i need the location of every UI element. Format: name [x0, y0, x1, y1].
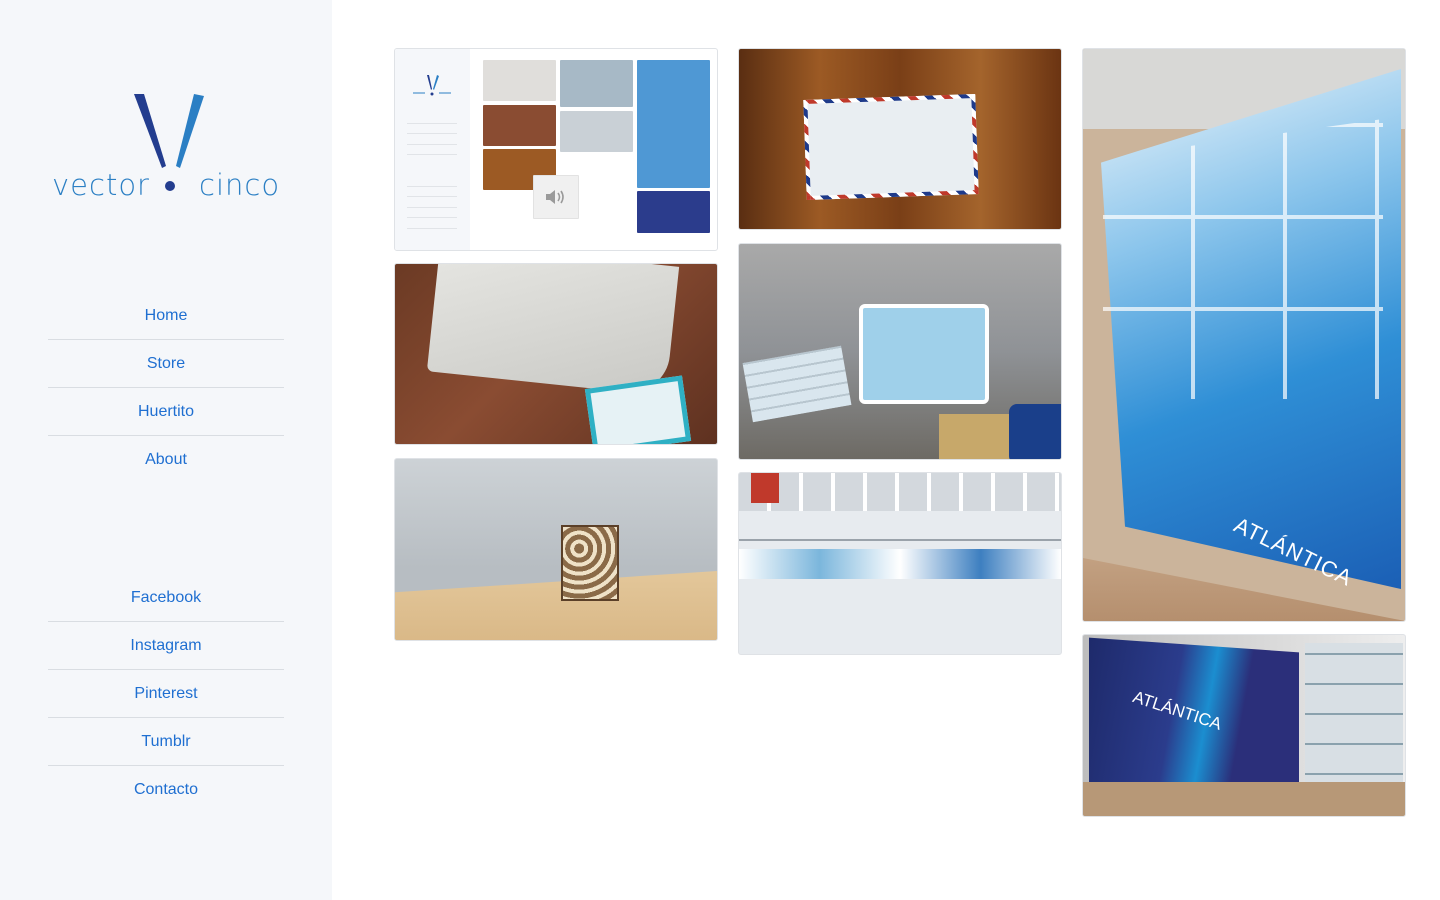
- nav-link-about[interactable]: About: [145, 451, 187, 469]
- nav-link-huertito[interactable]: Huertito: [138, 403, 194, 421]
- nav-link-facebook[interactable]: Facebook: [131, 589, 201, 607]
- mini-nav-line: [407, 124, 457, 134]
- mini-thumb: [560, 60, 633, 107]
- gallery-item-reception-counter[interactable]: ATLÁNTICA: [1082, 634, 1406, 817]
- nav-item-tumblr: Tumblr: [48, 718, 284, 766]
- red-flag: [751, 473, 779, 503]
- gallery-item-swim-mural[interactable]: ATLÁNTICA: [1082, 48, 1406, 622]
- nav-item-contacto: Contacto: [48, 766, 284, 814]
- volume-icon: [546, 190, 564, 204]
- mini-thumb: [483, 60, 556, 101]
- mini-nav-line: [407, 113, 457, 124]
- gallery-item-pool-building[interactable]: [738, 472, 1062, 655]
- gallery-item-site-screenshot[interactable]: [394, 48, 718, 251]
- box-lamp: [561, 525, 619, 601]
- mini-thumb: [560, 111, 633, 152]
- nav-link-tumblr[interactable]: Tumblr: [141, 733, 190, 751]
- mini-thumb: [637, 191, 710, 233]
- mini-nav-line: [407, 134, 457, 145]
- social-nav: Facebook Instagram Pinterest Tumblr Cont…: [48, 574, 284, 814]
- mini-nav-line: [407, 218, 457, 229]
- glass-shelf: [1305, 643, 1403, 803]
- nav-item-instagram: Instagram: [48, 622, 284, 670]
- nav-link-store[interactable]: Store: [147, 355, 185, 373]
- nav-link-pinterest[interactable]: Pinterest: [134, 685, 197, 703]
- mini-thumb: [637, 60, 710, 188]
- logo-word-vector: vector: [52, 168, 150, 202]
- mini-nav-line: [407, 208, 457, 218]
- blue-box: [1009, 404, 1061, 459]
- nav-item-huertito: Huertito: [48, 388, 284, 436]
- wave-banner: [739, 549, 1061, 579]
- volume-overlay[interactable]: [533, 175, 579, 219]
- mini-logo: [407, 73, 457, 99]
- mini-nav-line: [407, 187, 457, 197]
- nav-item-about: About: [48, 436, 284, 484]
- white-board: [426, 264, 680, 397]
- tablet-frame: [584, 375, 692, 444]
- logo-word-cinco: cinco: [199, 168, 281, 202]
- nav-item-facebook: Facebook: [48, 574, 284, 622]
- mini-thumb: [483, 105, 556, 146]
- mini-nav-line: [407, 176, 457, 187]
- nav-link-instagram[interactable]: Instagram: [130, 637, 201, 655]
- gallery-item-box-lamp[interactable]: [394, 458, 718, 641]
- nav-item-store: Store: [48, 340, 284, 388]
- floor: [1083, 782, 1405, 816]
- sidebar: vector cinco Home Store Huertito About F…: [0, 0, 332, 900]
- nav-link-home[interactable]: Home: [145, 307, 188, 325]
- roof-windows: [739, 473, 1061, 511]
- nav-item-pinterest: Pinterest: [48, 670, 284, 718]
- mini-nav-primary: [407, 113, 457, 155]
- mini-nav-line: [407, 145, 457, 155]
- nav-link-contacto[interactable]: Contacto: [134, 781, 198, 799]
- crate: [742, 345, 852, 423]
- primary-nav: Home Store Huertito About: [48, 292, 284, 484]
- gallery-item-envelope-sign[interactable]: [738, 48, 1062, 230]
- site-logo[interactable]: vector cinco: [48, 90, 284, 202]
- mini-sidebar: [395, 49, 470, 250]
- nav-item-home: Home: [48, 292, 284, 340]
- mini-nav-social: [407, 176, 457, 229]
- wood-table: [395, 571, 717, 640]
- mural-grid: [1103, 119, 1383, 399]
- mini-logo-icon: [413, 75, 451, 96]
- mini-nav-line: [407, 197, 457, 208]
- gallery-item-baby-carriage-gift[interactable]: [738, 243, 1062, 460]
- envelope-sign: [803, 94, 979, 200]
- railing: [739, 539, 1061, 541]
- gallery-item-tablet-on-table[interactable]: [394, 263, 718, 445]
- carriage: [859, 304, 989, 404]
